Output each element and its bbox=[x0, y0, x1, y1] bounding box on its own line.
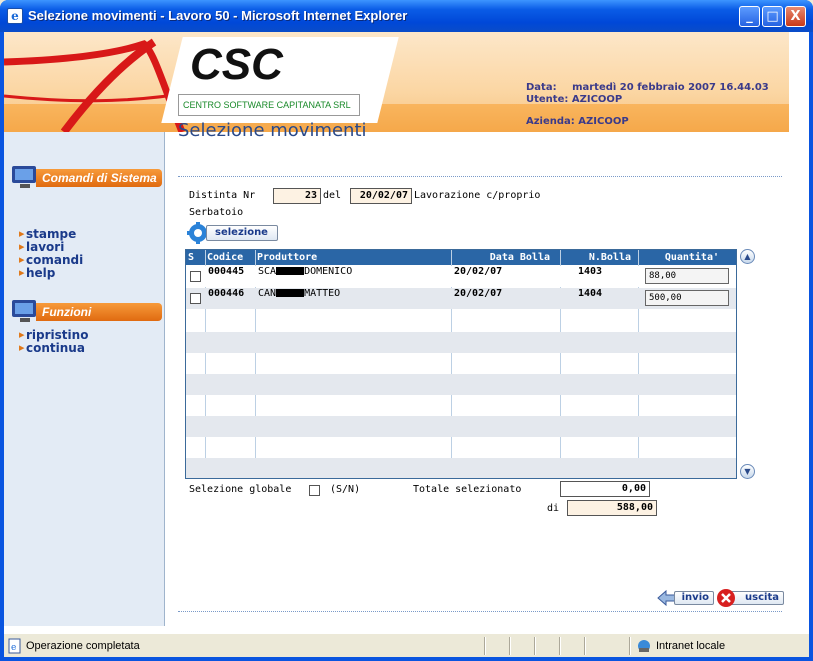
sidebar-item-ripristino[interactable]: ripristino bbox=[19, 328, 88, 342]
table-row[interactable]: 000446 CAN MATTEO 20/02/07 1404 500,00 bbox=[186, 288, 736, 309]
logo-subtitle: CENTRO SOFTWARE CAPITANATA SRL bbox=[178, 94, 360, 116]
azienda-value: AZICOOP bbox=[578, 116, 629, 127]
scroll-up-button[interactable]: ▲ bbox=[740, 249, 755, 264]
data-label: Data: bbox=[526, 82, 557, 93]
empty-row bbox=[186, 332, 736, 353]
close-button[interactable]: X bbox=[785, 6, 806, 27]
sidebar-item-comandi[interactable]: comandi bbox=[19, 253, 83, 267]
sidebar-item-continua[interactable]: continua bbox=[19, 341, 85, 355]
sidebar: Comandi di Sistema stampe lavori comandi… bbox=[4, 132, 165, 626]
invio-button-label: invio bbox=[674, 591, 714, 605]
uscita-button[interactable]: uscita bbox=[716, 589, 786, 607]
cell-codice: 000446 bbox=[208, 288, 245, 299]
minimize-button[interactable]: _ bbox=[739, 6, 760, 27]
utente-value: AZICOOP bbox=[571, 94, 623, 105]
selezione-globale-label: Selezione globale bbox=[189, 484, 292, 495]
sidebar-section-funzioni: Funzioni bbox=[10, 298, 162, 324]
sidebar-section-title: Comandi di Sistema bbox=[36, 169, 162, 187]
svg-text:e: e bbox=[11, 643, 16, 653]
column-header-data-bolla: Data Bolla bbox=[489, 252, 550, 263]
cell-n-bolla: 1403 bbox=[578, 266, 603, 277]
azienda-label: Azienda: bbox=[526, 116, 575, 127]
di-label: di bbox=[547, 503, 560, 514]
row-checkbox[interactable] bbox=[190, 271, 201, 282]
table-row[interactable]: 000445 SCA DOMENICO 20/02/07 1403 88,00 bbox=[186, 266, 736, 287]
window-title: Selezione movimenti - Lavoro 50 - Micros… bbox=[28, 8, 408, 23]
del-label: del bbox=[323, 190, 342, 201]
selezione-button-label: selezione bbox=[206, 225, 278, 241]
sidebar-item-lavori[interactable]: lavori bbox=[19, 240, 64, 254]
sidebar-item-help[interactable]: help bbox=[19, 266, 55, 280]
row-checkbox[interactable] bbox=[190, 293, 201, 304]
invio-button[interactable]: invio bbox=[656, 589, 716, 607]
column-header-produttore: Produttore bbox=[257, 252, 318, 263]
utente-label: Utente: bbox=[526, 94, 569, 105]
zone-text: Intranet locale bbox=[656, 640, 726, 652]
close-circle-icon bbox=[717, 589, 735, 607]
empty-row bbox=[186, 416, 736, 437]
quantity-field[interactable]: 88,00 bbox=[645, 268, 729, 284]
di-field: 588,00 bbox=[567, 500, 657, 516]
totale-field: 0,00 bbox=[560, 481, 650, 497]
empty-row bbox=[186, 374, 736, 395]
totale-label: Totale selezionato bbox=[413, 484, 522, 495]
movements-table: S Codice Produttore Data Bolla N.Bolla Q… bbox=[185, 249, 737, 479]
cell-data-bolla: 20/02/07 bbox=[454, 288, 503, 299]
distinta-field[interactable]: 23 bbox=[273, 188, 321, 204]
cell-produttore: SCA DOMENICO bbox=[258, 266, 353, 277]
column-header-n-bolla: N.Bolla bbox=[588, 252, 631, 263]
maximize-button[interactable]: □ bbox=[762, 6, 783, 27]
sidebar-item-stampe[interactable]: stampe bbox=[19, 227, 76, 241]
cell-produttore: CAN MATTEO bbox=[258, 288, 341, 299]
sn-label: (S/N) bbox=[330, 484, 361, 495]
logo-text: CSC bbox=[190, 40, 283, 89]
status-bar: e Operazione completata Intranet locale bbox=[4, 633, 809, 657]
column-header-codice: Codice bbox=[207, 252, 244, 263]
status-text: Operazione completata bbox=[26, 640, 140, 652]
cell-n-bolla: 1404 bbox=[578, 288, 603, 299]
empty-row bbox=[186, 458, 736, 478]
distinta-label: Distinta Nr bbox=[189, 190, 256, 201]
sidebar-section-title: Funzioni bbox=[36, 303, 162, 321]
page-title: Selezione movimenti bbox=[178, 120, 367, 141]
serbatoio-label: Serbatoio bbox=[189, 207, 244, 218]
ie-logo-icon: e bbox=[7, 8, 23, 24]
divider bbox=[178, 176, 782, 177]
column-header-s: S bbox=[188, 252, 195, 263]
intranet-icon bbox=[638, 640, 650, 652]
quantity-field[interactable]: 500,00 bbox=[645, 290, 729, 306]
column-header-quantita: Quantita' bbox=[664, 252, 719, 263]
title-bar[interactable]: e Selezione movimenti - Lavoro 50 - Micr… bbox=[0, 0, 813, 32]
date-field[interactable]: 20/02/07 bbox=[350, 188, 412, 204]
page-header: CSC CENTRO SOFTWARE CAPITANATA SRL Data:… bbox=[4, 32, 789, 132]
divider bbox=[178, 611, 782, 612]
selezione-button[interactable]: selezione bbox=[186, 222, 280, 244]
cell-codice: 000445 bbox=[208, 266, 245, 277]
sidebar-section-comandi: Comandi di Sistema bbox=[10, 164, 162, 190]
selezione-globale-checkbox[interactable] bbox=[309, 485, 320, 496]
page-icon: e bbox=[8, 638, 21, 654]
cell-data-bolla: 20/02/07 bbox=[454, 266, 503, 277]
data-value: martedì 20 febbraio 2007 16.44.03 bbox=[572, 82, 769, 93]
lavorazione-label: Lavorazione c/proprio bbox=[414, 190, 541, 201]
scroll-down-button[interactable]: ▼ bbox=[740, 464, 755, 479]
